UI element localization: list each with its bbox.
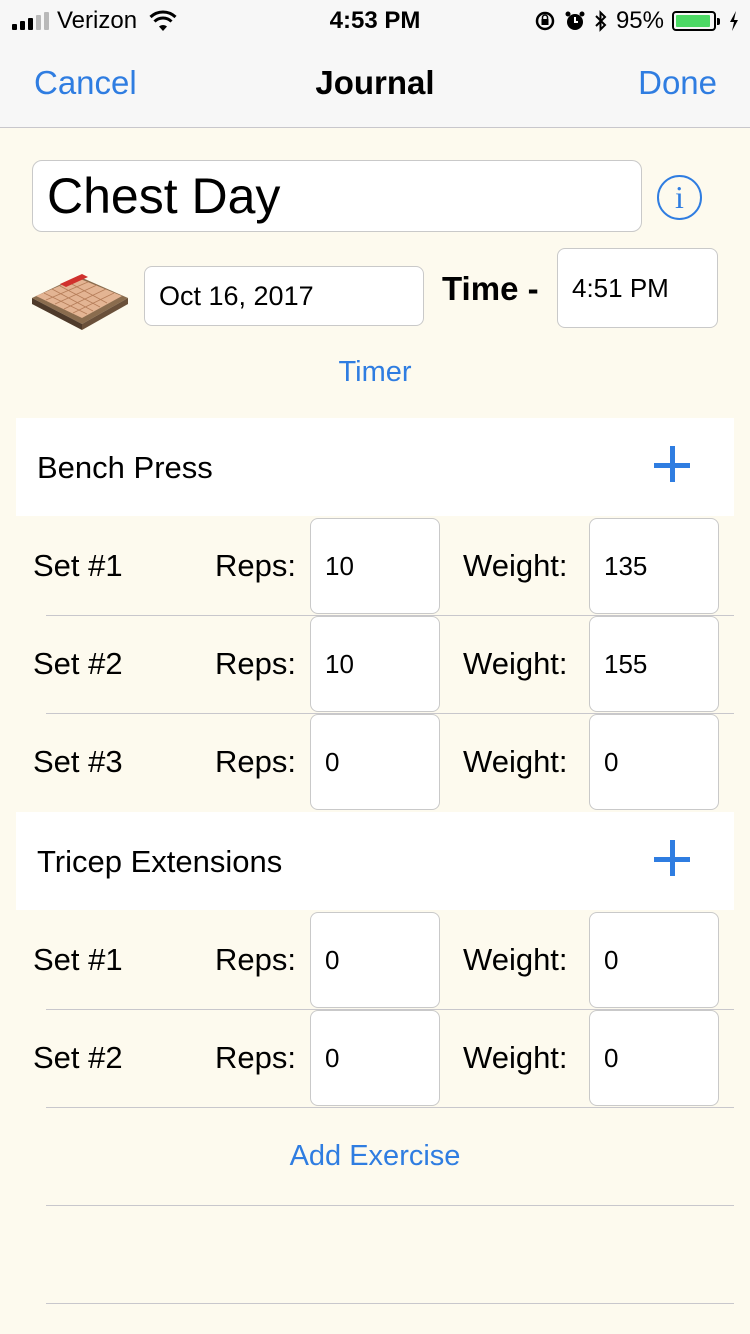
battery-fill	[676, 15, 711, 27]
rotation-lock-icon	[535, 11, 555, 31]
set-label: Set #1	[33, 942, 123, 977]
set-label: Set #2	[33, 646, 123, 681]
weight-label: Weight:	[463, 1040, 568, 1075]
battery-icon	[672, 11, 720, 31]
exercise-header-bench-press: Bench Press	[16, 418, 734, 516]
reps-label: Reps:	[215, 548, 296, 583]
workout-title-field[interactable]: Chest Day	[32, 160, 642, 232]
weight-label: Weight:	[463, 646, 568, 681]
time-field[interactable]: 4:51 PM	[557, 248, 718, 328]
set-row: Set #1 Reps: 0 Weight: 0	[0, 912, 750, 1010]
plus-icon[interactable]	[654, 446, 694, 486]
weight-input[interactable]: 0	[589, 912, 719, 1008]
set-row: Set #2 Reps: 10 Weight: 155	[0, 616, 750, 714]
exercise-name: Bench Press	[37, 450, 213, 485]
weight-input[interactable]: 135	[589, 518, 719, 614]
timer-button[interactable]: Timer	[0, 356, 750, 389]
done-button[interactable]: Done	[638, 64, 717, 102]
weight-label: Weight:	[463, 942, 568, 977]
weight-input[interactable]: 0	[589, 714, 719, 810]
bluetooth-icon	[595, 10, 607, 32]
reps-input[interactable]: 0	[310, 714, 440, 810]
add-exercise-button[interactable]: Add Exercise	[0, 1140, 750, 1173]
weight-input[interactable]: 0	[589, 1010, 719, 1106]
row-separator	[46, 1107, 734, 1108]
info-icon[interactable]: i	[657, 175, 702, 220]
calendar-icon	[32, 274, 128, 330]
weight-label: Weight:	[463, 744, 568, 779]
set-label: Set #1	[33, 548, 123, 583]
exercise-name: Tricep Extensions	[37, 844, 283, 879]
weight-input[interactable]: 155	[589, 616, 719, 712]
row-separator	[46, 1205, 734, 1206]
set-row: Set #1 Reps: 10 Weight: 135	[0, 518, 750, 616]
exercise-header-tricep-extensions: Tricep Extensions	[16, 812, 734, 910]
reps-input[interactable]: 0	[310, 1010, 440, 1106]
navigation-bar: Cancel Journal Done	[0, 40, 750, 128]
set-label: Set #2	[33, 1040, 123, 1075]
time-label: Time -	[442, 270, 539, 307]
set-row: Set #3 Reps: 0 Weight: 0	[0, 714, 750, 812]
reps-label: Reps:	[215, 646, 296, 681]
date-field[interactable]: Oct 16, 2017	[144, 266, 424, 326]
alarm-icon	[565, 11, 585, 30]
reps-label: Reps:	[215, 1040, 296, 1075]
reps-input[interactable]: 10	[310, 616, 440, 712]
set-label: Set #3	[33, 744, 123, 779]
weight-label: Weight:	[463, 548, 568, 583]
plus-icon[interactable]	[654, 840, 694, 880]
reps-input[interactable]: 10	[310, 518, 440, 614]
reps-label: Reps:	[215, 942, 296, 977]
battery-percent: 95%	[615, 7, 664, 34]
set-row: Set #2 Reps: 0 Weight: 0	[0, 1010, 750, 1108]
row-separator	[46, 1303, 734, 1304]
status-bar: Verizon 4:53 PM 95%	[0, 0, 750, 40]
charging-icon	[730, 11, 738, 31]
reps-label: Reps:	[215, 744, 296, 779]
reps-input[interactable]: 0	[310, 912, 440, 1008]
